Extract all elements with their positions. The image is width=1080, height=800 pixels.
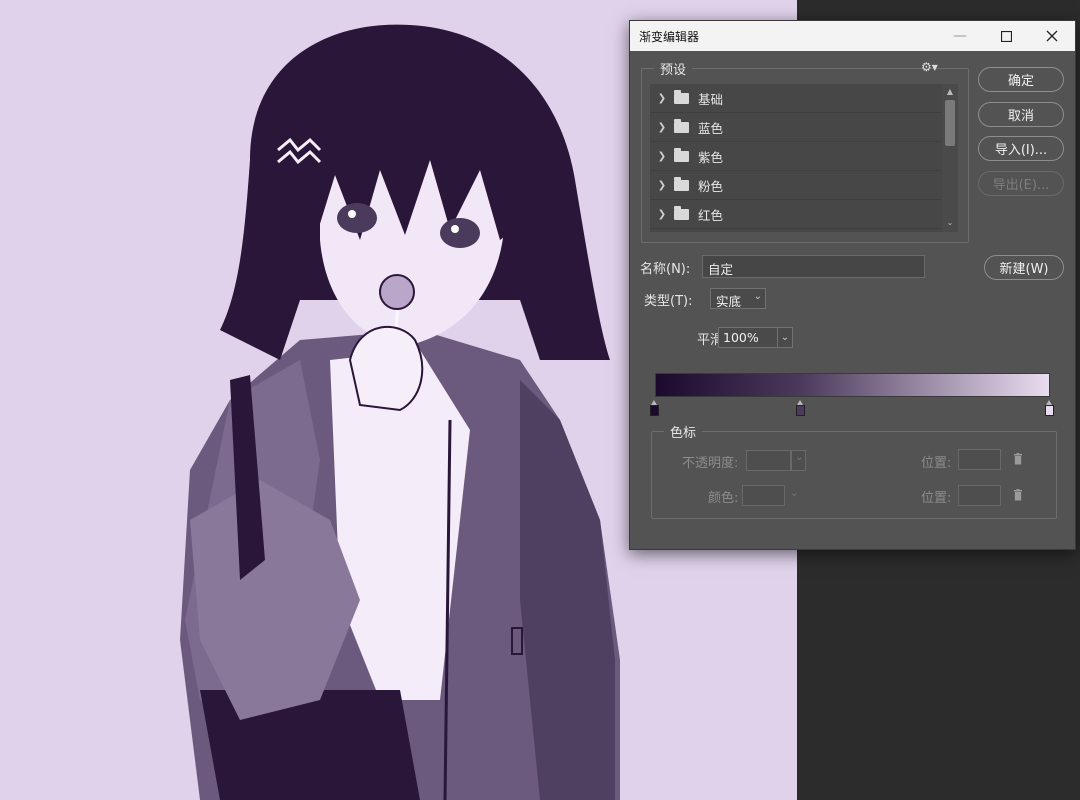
skirt-shape [200,690,420,800]
presets-title: 预设 [654,59,693,78]
color-stop-start[interactable] [650,400,659,416]
type-select[interactable]: 实底 ⌄ [710,288,766,309]
chevron-right-icon[interactable]: ❯ [652,151,672,162]
chevron-down-icon[interactable]: ⌄ [778,327,793,348]
color-stop-end[interactable] [1045,400,1054,416]
folder-icon [674,176,689,191]
preset-item-label: 粉色 [698,178,724,194]
hand-shape [348,326,424,412]
preset-item-pink[interactable]: ❯ 粉色 [650,171,942,200]
dialog-titlebar[interactable]: 渐变编辑器 — [630,21,1075,51]
hoodie-shade-right [520,380,615,800]
chevron-down-icon: ⌄ [795,452,804,463]
trash-icon [1014,453,1022,465]
gradient-preview-bar[interactable] [655,373,1050,397]
gradient-editor-dialog: 渐变编辑器 — 预设 ⚙▾ ❯ 基础 ❯ 蓝色 ❯ 紫色 ❯ 粉色 ❯ 红色 ▲… [629,20,1076,550]
scroll-down-arrow-icon[interactable]: ⌄ [942,218,958,230]
preset-item-label: 基础 [698,91,724,107]
type-label: 类型(T): [644,294,693,309]
left-eye-highlight [348,210,356,218]
import-button[interactable]: 导入(I)... [978,136,1064,161]
lollipop-candy [379,274,415,310]
scroll-up-arrow-icon[interactable]: ▲ [942,87,958,99]
preset-item-label: 蓝色 [698,120,724,136]
preset-item-basic[interactable]: ❯ 基础 [650,84,942,113]
export-button[interactable]: 导出(E)... [978,171,1064,196]
opacity-label: 不透明度: [682,456,739,471]
drawstring-tip [511,627,523,655]
color-label: 颜色: [708,491,739,506]
preset-item-label: 紫色 [698,149,724,165]
chevron-right-icon[interactable]: ❯ [652,122,672,133]
name-field[interactable]: 自定 [702,255,925,278]
folder-icon [674,118,689,133]
close-button[interactable] [1029,21,1075,51]
preset-list[interactable]: ❯ 基础 ❯ 蓝色 ❯ 紫色 ❯ 粉色 ❯ 红色 [650,84,942,232]
location-label: 位置: [921,456,952,471]
dialog-title: 渐变编辑器 [639,30,700,44]
chevron-right-icon[interactable]: ❯ [652,209,672,220]
right-eye [440,218,480,248]
color-location-input [958,485,1001,506]
opacity-location-input [958,449,1001,470]
right-eye-highlight [451,225,459,233]
left-eye [337,203,377,233]
smoothness-input[interactable]: 100% [718,327,778,348]
cancel-button[interactable]: 取消 [978,102,1064,127]
color-stops-title: 色标 [664,422,703,441]
ok-button[interactable]: 确定 [978,67,1064,92]
type-select-value: 实底 [716,294,742,309]
preset-item-label: 红色 [698,207,724,223]
opacity-input [746,450,791,471]
preset-item-purple[interactable]: ❯ 紫色 [650,142,942,171]
maximize-button[interactable] [983,21,1029,51]
preset-scrollbar[interactable]: ▲ ⌄ [942,84,958,232]
folder-icon [674,89,689,104]
preset-item-blue[interactable]: ❯ 蓝色 [650,113,942,142]
chevron-down-icon: ⌄ [790,488,799,499]
scroll-thumb[interactable] [945,100,955,146]
maximize-icon [1000,30,1012,42]
color-swatch [742,485,785,506]
color-stop-middle[interactable] [796,400,806,416]
new-button[interactable]: 新建(W) [984,255,1064,280]
gear-icon[interactable]: ⚙▾ [921,60,938,74]
folder-icon [674,205,689,220]
chevron-down-icon: ⌄ [753,291,762,302]
preset-item-red[interactable]: ❯ 红色 [650,200,942,229]
close-icon [1046,30,1058,42]
chevron-right-icon[interactable]: ❯ [652,180,672,191]
chevron-right-icon[interactable]: ❯ [652,93,672,104]
minimize-button[interactable]: — [937,21,983,51]
location-label: 位置: [921,491,952,506]
trash-icon [1014,489,1022,501]
folder-icon [674,147,689,162]
name-label: 名称(N): [640,262,691,277]
